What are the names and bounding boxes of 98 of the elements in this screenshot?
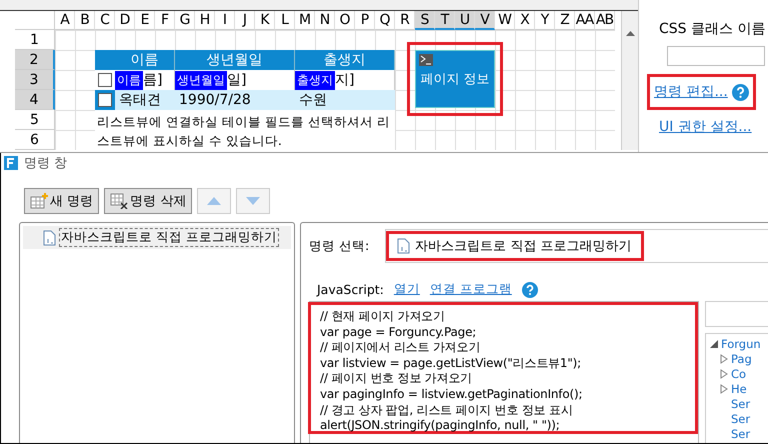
terminal-icon	[419, 54, 433, 66]
command-item[interactable]: 자바스크립트로 직접 프로그래밍하기	[23, 226, 291, 249]
row-header[interactable]: 2	[15, 50, 55, 70]
code-line: var pagingInfo = listview.getPaginationInfo();	[320, 386, 584, 403]
field-label: JavaScript:	[317, 282, 384, 297]
column-header[interactable]: N	[315, 11, 335, 30]
help-icon[interactable]	[732, 84, 749, 100]
note-text: 리스트뷰에 연결하실 테이블 필드를 선택하셔서 리스트뷰에 표시하실 수 있습니다.	[95, 110, 395, 150]
column-header[interactable]: V	[475, 11, 495, 30]
tree-item[interactable]: He	[731, 382, 747, 396]
field-binding: 름]	[143, 71, 162, 89]
code-line: // 페이지에서 리스트 가져오기	[320, 340, 482, 356]
column-header[interactable]: O	[335, 11, 355, 30]
column-header[interactable]: R	[395, 11, 415, 30]
field-binding: 지]	[335, 71, 354, 89]
column-header[interactable]: F	[155, 11, 175, 30]
window-title: 명령 창	[24, 155, 68, 172]
column-header[interactable]: E	[135, 11, 155, 30]
sheet-corner	[15, 11, 55, 30]
collapsed-icon[interactable]	[720, 354, 728, 364]
expanded-icon[interactable]	[710, 340, 718, 348]
column-header[interactable]: AA	[575, 11, 595, 30]
field-binding: 일]	[227, 71, 246, 89]
search-field[interactable]	[705, 301, 768, 327]
tree-item[interactable]: Ser	[731, 412, 750, 426]
column-header[interactable]: Y	[535, 11, 555, 30]
code-line: var listview = page.getListView("리스트뷰1");	[320, 356, 582, 372]
tree-item[interactable]: Forgun	[721, 336, 761, 350]
column-header[interactable]: H	[195, 11, 215, 30]
tree-item[interactable]: Ser	[731, 396, 750, 410]
command-select[interactable]: 자바스크립트로 직접 프로그래밍하기	[385, 229, 768, 263]
row-header[interactable]: 5	[15, 110, 55, 130]
field-label: CSS 클래스 이름	[659, 20, 766, 38]
row-header[interactable]: 4	[15, 90, 55, 110]
column-header[interactable]: U	[455, 11, 475, 30]
field-badge: 생년월일	[175, 70, 227, 90]
column-header[interactable]: A	[55, 11, 75, 30]
collapsed-icon[interactable]	[720, 368, 728, 378]
column-header[interactable]: C	[95, 11, 115, 30]
help-icon[interactable]	[522, 282, 538, 298]
column-header[interactable]: AB	[595, 11, 615, 30]
row-header[interactable]: 3	[15, 70, 55, 90]
new-table-icon	[30, 193, 48, 209]
scrollbar[interactable]	[621, 11, 638, 150]
page-info-button[interactable]: 페이지 정보	[415, 50, 495, 108]
code-line: // 페이지 번호 정보 가져오기	[320, 371, 473, 387]
code-line: // 현재 페이지 가져오기	[320, 309, 446, 325]
column-header[interactable]: S	[415, 11, 435, 30]
code-line: alert(JSON.stringify(pagingInfo, null, " "));	[320, 418, 561, 434]
table-cell: 옥태견	[115, 90, 175, 110]
table-cell: 1990/7/28	[175, 90, 295, 110]
row-header[interactable]: 6	[15, 130, 55, 150]
edit-command-link[interactable]: 명령 편집...	[654, 83, 728, 101]
editor-link[interactable]: 열기	[394, 281, 420, 298]
column-header[interactable]: X	[515, 11, 535, 30]
listview-corner	[95, 50, 115, 70]
column-header[interactable]: Q	[375, 11, 395, 30]
tree-item[interactable]: Co	[731, 366, 746, 380]
checkbox[interactable]	[98, 93, 112, 107]
delete-table-icon	[110, 193, 128, 209]
field-badge: 이름	[115, 70, 143, 90]
column-header[interactable]: I	[215, 11, 235, 30]
ui-permission-link[interactable]: UI 권한 설정...	[659, 118, 768, 136]
column-header[interactable]: D	[115, 11, 135, 30]
column-header[interactable]: M	[295, 11, 315, 30]
row-header[interactable]: 1	[15, 30, 55, 50]
listview-header: 생년월일	[175, 50, 295, 70]
column-header[interactable]: L	[275, 11, 295, 30]
listview-header: 이름	[115, 50, 175, 70]
table-cell: 수원	[295, 90, 395, 110]
down-arrow-icon	[246, 197, 260, 205]
checkbox[interactable]	[98, 73, 112, 87]
code-line: // 경고 상자 팝업, 리스트 페이지 번호 정보 표시	[320, 402, 574, 418]
tree-item[interactable]: Ser	[731, 426, 750, 440]
up-arrow-icon	[207, 197, 222, 205]
column-header[interactable]: K	[255, 11, 275, 30]
up-arrow-icon[interactable]	[626, 31, 634, 36]
collapsed-icon[interactable]	[720, 384, 728, 394]
column-header[interactable]: Z	[555, 11, 575, 30]
column-header[interactable]: W	[495, 11, 515, 30]
field-label: 명령 선택:	[309, 238, 370, 254]
code-line: var page = Forguncy.Page;	[320, 324, 478, 340]
css-class-field[interactable]	[667, 46, 765, 66]
listview-header: 출생지	[295, 50, 395, 70]
new-command-button[interactable]: 새 명령	[24, 188, 100, 214]
column-header[interactable]: G	[175, 11, 195, 30]
field-badge: 출생지	[295, 70, 335, 90]
delete-command-button[interactable]: 명령 삭제	[104, 188, 192, 214]
column-header[interactable]: T	[435, 11, 455, 30]
app-logo-icon	[4, 156, 18, 170]
script-file-icon	[43, 230, 57, 246]
selected-command: 자바스크립트로 직접 프로그래밍하기	[415, 238, 632, 255]
column-header[interactable]: P	[355, 11, 375, 30]
column-header[interactable]: J	[235, 11, 255, 30]
editor-link[interactable]: 연결 프로그램	[430, 281, 512, 298]
tree-item[interactable]: Pag	[731, 352, 752, 366]
column-header[interactable]: B	[75, 11, 95, 30]
script-file-icon	[397, 238, 412, 254]
